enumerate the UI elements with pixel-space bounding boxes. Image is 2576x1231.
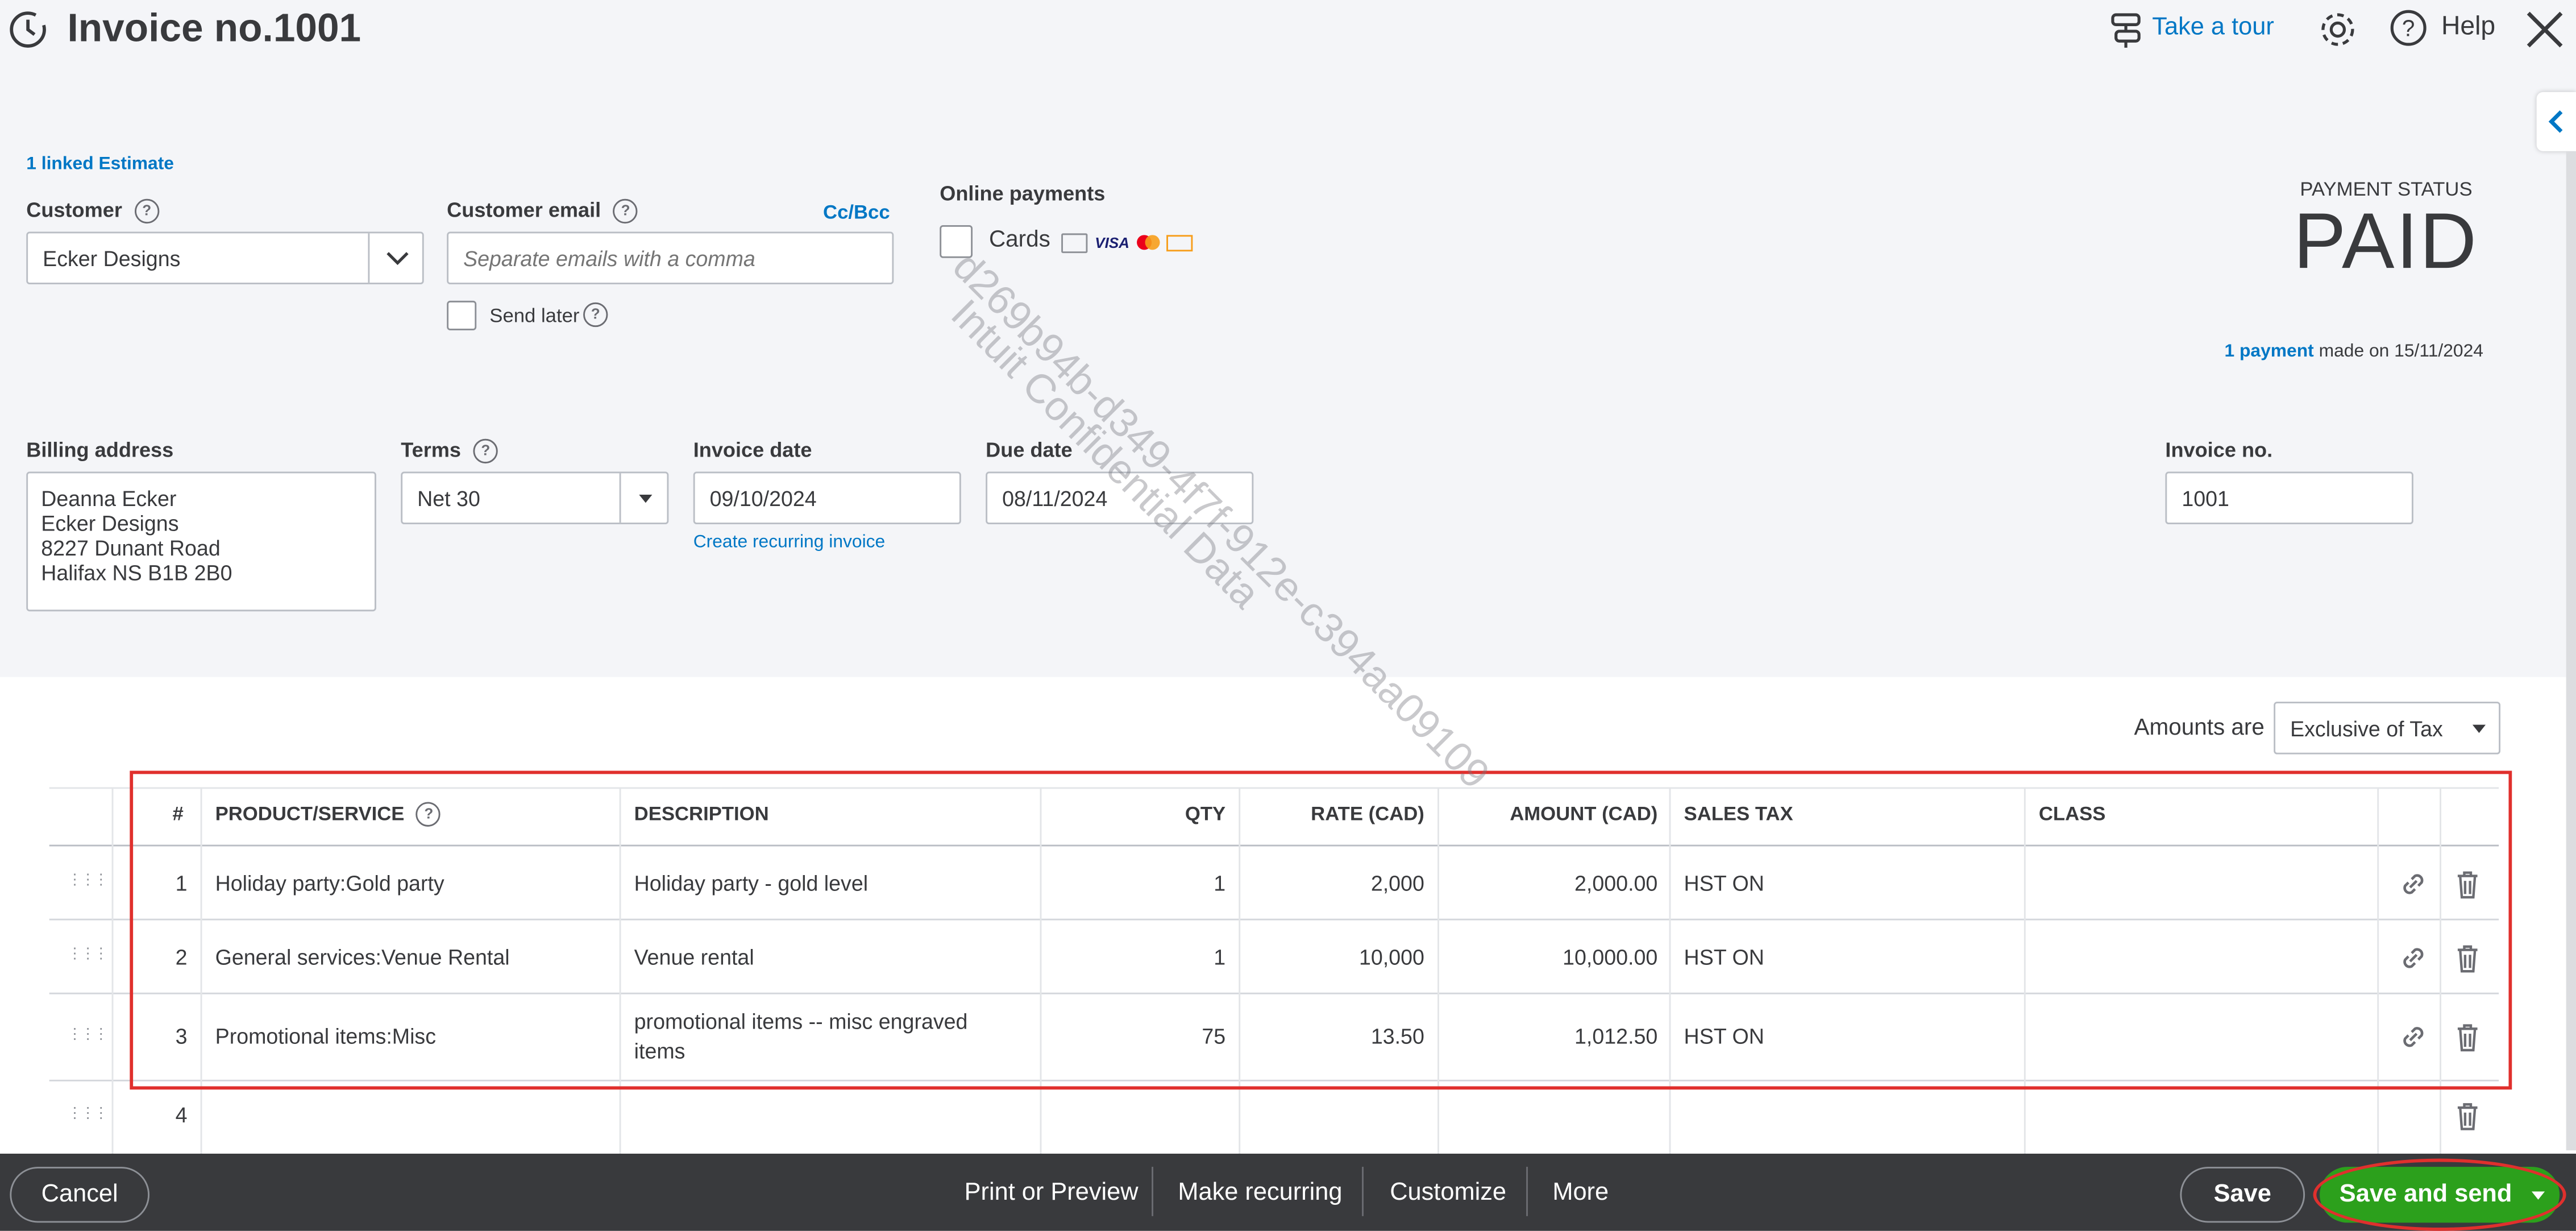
amounts-are-select[interactable]: Exclusive of Tax xyxy=(2274,702,2501,755)
help-icon[interactable]: ? xyxy=(613,199,638,224)
customer-email-label: Customer email ? xyxy=(447,199,638,224)
interac-icon xyxy=(1167,234,1194,251)
invoice-no-label: Invoice no. xyxy=(2165,438,2273,462)
footer-separator xyxy=(1362,1167,1364,1216)
amounts-are-value: Exclusive of Tax xyxy=(2290,716,2443,741)
print-preview-button[interactable]: Print or Preview xyxy=(965,1178,1139,1206)
customer-dropdown[interactable] xyxy=(368,233,425,283)
create-recurring-link[interactable]: Create recurring invoice xyxy=(693,532,886,552)
terms-select[interactable]: Net 30 xyxy=(401,471,671,525)
send-later-checkbox[interactable] xyxy=(447,300,477,330)
dropdown-arrow-icon xyxy=(639,494,653,503)
billing-address-field[interactable]: Deanna Ecker Ecker Designs 8227 Dunant R… xyxy=(26,471,376,612)
help-icon[interactable]: ? xyxy=(473,439,498,464)
drag-grip-icon[interactable]: ⋮⋮⋮ xyxy=(68,872,109,894)
trash-icon[interactable] xyxy=(2454,1101,2481,1131)
customer-label-text: Customer xyxy=(26,198,122,222)
visa-icon: VISA xyxy=(1095,234,1129,251)
cancel-button[interactable]: Cancel xyxy=(10,1167,150,1223)
linked-estimate-link[interactable]: 1 linked Estimate xyxy=(26,155,174,175)
help-label[interactable]: Help xyxy=(2441,13,2495,43)
drag-grip-icon[interactable]: ⋮⋮⋮ xyxy=(68,1105,109,1128)
billing-address-label: Billing address xyxy=(26,438,174,462)
payment-status-value: PAID xyxy=(2293,198,2478,286)
help-icon[interactable]: ? xyxy=(583,302,608,328)
invoice-date-label: Invoice date xyxy=(693,438,812,462)
svg-text:?: ? xyxy=(2402,15,2415,42)
invoice-window: Invoice no.1001 Take a tour ? Help 1 lin… xyxy=(0,0,2576,1231)
help-icon[interactable]: ? xyxy=(2388,8,2428,47)
chevron-down-icon xyxy=(387,252,409,266)
terms-dropdown[interactable] xyxy=(619,473,671,523)
col-divider xyxy=(111,787,114,1154)
invoice-no-field[interactable]: 1001 xyxy=(2165,471,2413,525)
more-button[interactable]: More xyxy=(1552,1178,1609,1206)
tour-icon[interactable] xyxy=(2109,10,2146,49)
due-date-value: 08/11/2024 xyxy=(1002,486,1108,511)
customer-label: Customer ? xyxy=(26,199,159,224)
invoice-date-value: 09/10/2024 xyxy=(709,486,817,511)
send-later-label: Send later xyxy=(489,304,580,328)
table-highlight-box xyxy=(130,770,2512,1090)
card-brand-icons: VISA xyxy=(1061,229,1194,253)
terms-label-text: Terms xyxy=(401,438,462,462)
page-title: Invoice no.1001 xyxy=(67,6,362,51)
payment-date-text: made on 15/11/2024 xyxy=(2319,342,2483,362)
terms-label: Terms ? xyxy=(401,439,498,464)
online-payments-label: Online payments xyxy=(940,182,1106,206)
mastercard-icon xyxy=(1136,234,1160,251)
customer-select[interactable]: Ecker Designs xyxy=(26,231,425,285)
drag-grip-icon[interactable]: ⋮⋮⋮ xyxy=(68,1026,109,1048)
collapse-panel-icon[interactable] xyxy=(2536,92,2576,151)
close-icon[interactable] xyxy=(2524,8,2566,51)
save-button[interactable]: Save xyxy=(2180,1167,2305,1223)
cards-label: Cards xyxy=(988,225,1050,252)
cc-bcc-link[interactable]: Cc/Bcc xyxy=(823,201,890,223)
invoice-no-value: 1001 xyxy=(2182,486,2229,511)
drag-grip-icon[interactable]: ⋮⋮⋮ xyxy=(68,946,109,968)
take-tour-link[interactable]: Take a tour xyxy=(2152,13,2274,41)
invoice-date-field[interactable]: 09/10/2024 xyxy=(693,471,961,525)
dropdown-arrow-icon[interactable] xyxy=(2459,703,2499,753)
amounts-are-label: Amounts are xyxy=(2134,713,2265,740)
customer-email-field[interactable] xyxy=(447,231,894,285)
billing-line: Deanna Ecker xyxy=(41,486,177,511)
billing-line: Halifax NS B1B 2B0 xyxy=(41,560,232,585)
gear-icon[interactable] xyxy=(2316,8,2359,51)
customer-email-label-text: Customer email xyxy=(447,198,601,222)
history-icon[interactable] xyxy=(7,8,49,51)
billing-line: 8227 Dunant Road xyxy=(41,536,221,561)
footer-separator xyxy=(1526,1167,1528,1216)
card-logo-icon xyxy=(1061,233,1088,253)
terms-value: Net 30 xyxy=(417,486,480,511)
customize-button[interactable]: Customize xyxy=(1390,1178,1506,1206)
help-icon[interactable]: ? xyxy=(134,199,159,224)
save-send-highlight xyxy=(2313,1158,2566,1231)
payment-link[interactable]: 1 payment xyxy=(2224,342,2313,362)
billing-line: Ecker Designs xyxy=(41,511,179,536)
row-num: 4 xyxy=(175,1102,188,1128)
page-scrollbar[interactable] xyxy=(2566,151,2576,1151)
payment-made-on: 1 payment made on 15/11/2024 xyxy=(2224,342,2483,362)
customer-value: Ecker Designs xyxy=(43,246,181,271)
make-recurring-button[interactable]: Make recurring xyxy=(1178,1178,1342,1206)
footer-separator xyxy=(1152,1167,1153,1216)
